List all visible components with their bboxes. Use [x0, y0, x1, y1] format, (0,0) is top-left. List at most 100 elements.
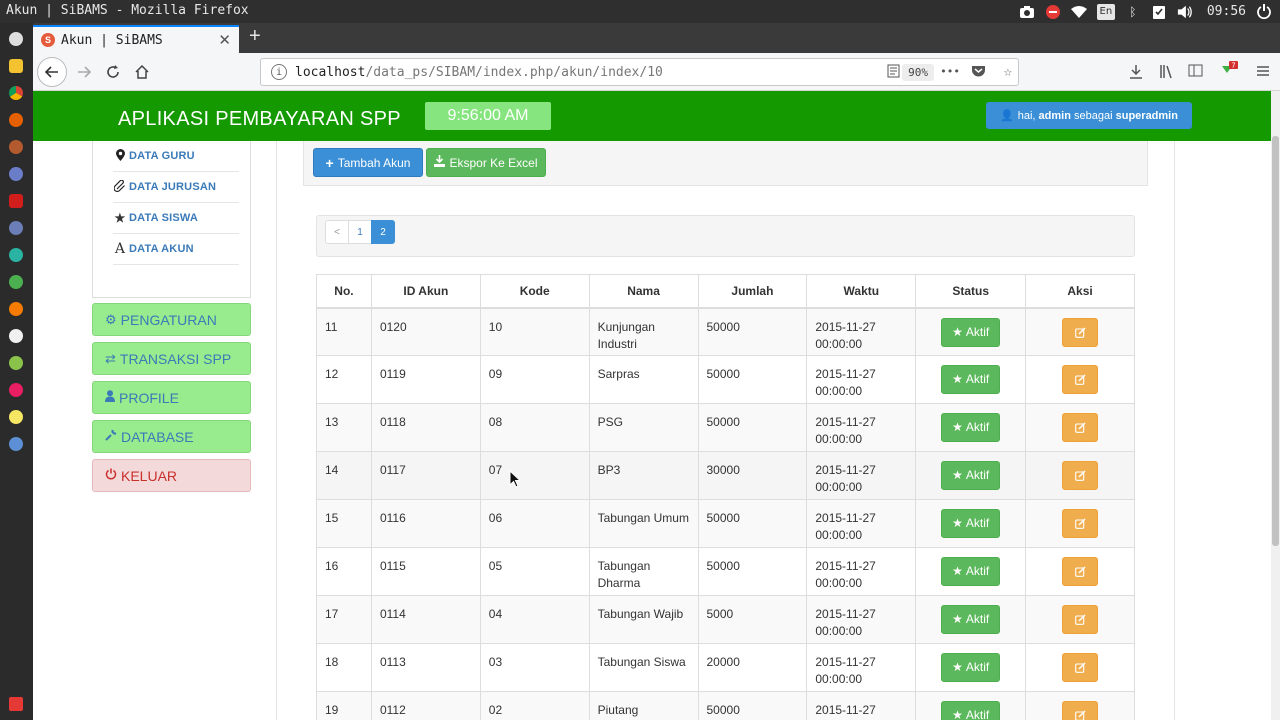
edit-button[interactable]	[1062, 509, 1099, 538]
zoom-level-badge[interactable]: 90%	[902, 64, 934, 81]
aktif-button[interactable]: ★ Aktif	[941, 557, 1001, 586]
url-bar[interactable]: i localhost /data_ps/SIBAM/index.php/aku…	[260, 58, 1019, 86]
sidebar-item-data-guru[interactable]: DATA GURU	[113, 141, 239, 172]
aktif-button[interactable]: ★ Aktif	[941, 461, 1001, 490]
clock-time[interactable]: 09:56	[1207, 4, 1246, 19]
presentation-icon[interactable]	[9, 302, 23, 316]
col-waktu[interactable]: Waktu	[806, 274, 917, 309]
bookmark-star-icon[interactable]: ☆	[1004, 64, 1012, 80]
bluetooth-icon[interactable]: ᛒ	[1125, 4, 1141, 20]
amazon-icon[interactable]	[9, 329, 23, 343]
notes-icon[interactable]	[9, 410, 23, 424]
sidebar-item-data-siswa[interactable]: ★ DATA SISWA	[113, 203, 239, 234]
aktif-button[interactable]: ★ Aktif	[941, 605, 1001, 634]
close-icon[interactable]: ✕	[218, 31, 231, 49]
trash-icon[interactable]	[9, 697, 23, 711]
filezilla-icon[interactable]	[9, 194, 23, 208]
hamburger-menu-icon[interactable]	[1256, 64, 1270, 81]
edit-button[interactable]	[1062, 317, 1099, 347]
page-actions-ellipsis-icon[interactable]: •••	[940, 65, 960, 78]
sidebar-item-data-jurusan[interactable]: DATA JURUSAN	[113, 172, 239, 203]
aktif-button[interactable]: ★ Aktif	[941, 413, 1001, 442]
tab-akun[interactable]: S Akun | SiBAMS ✕	[33, 25, 239, 53]
keluar-button[interactable]: KELUAR	[92, 459, 251, 492]
edit-button[interactable]	[1062, 701, 1099, 720]
image-viewer-icon[interactable]	[9, 356, 23, 370]
edit-icon	[1074, 566, 1086, 577]
reader-view-icon[interactable]	[887, 64, 900, 82]
keyboard-language-icon[interactable]: En	[1096, 3, 1115, 20]
col-nama[interactable]: Nama	[588, 274, 699, 309]
keluar-label: KELUAR	[121, 467, 178, 484]
user-menu-button[interactable]: 👤 hai, admin sebagai superadmin	[986, 102, 1192, 129]
info-icon[interactable]: i	[271, 64, 287, 80]
php-icon[interactable]	[9, 221, 23, 235]
app-title[interactable]: APLIKASI PEMBAYARAN SPP	[118, 108, 401, 131]
aktif-button[interactable]: ★ Aktif	[941, 365, 1001, 394]
cell-jumlah: 5000	[697, 595, 808, 644]
document-icon[interactable]	[9, 248, 23, 262]
addon-download-icon[interactable]: 7	[1219, 60, 1239, 84]
cell-aksi	[1025, 595, 1135, 644]
system-tray: En ᛒ 09:56	[1019, 2, 1272, 21]
pagination-prev[interactable]: <	[325, 220, 349, 244]
record-icon[interactable]	[1045, 4, 1061, 20]
sibams-app-icon[interactable]	[9, 140, 23, 154]
pocket-icon[interactable]	[971, 64, 986, 82]
aktif-button[interactable]: ★ Aktif	[941, 653, 1001, 682]
dolphin-icon[interactable]	[9, 167, 23, 181]
spreadsheet-icon[interactable]	[9, 275, 23, 289]
col-status[interactable]: Status	[915, 274, 1027, 309]
cell-id-akun: 0116	[370, 499, 481, 548]
new-tab-plus-icon[interactable]: +	[249, 25, 261, 48]
forward-arrow-icon[interactable]	[71, 59, 97, 85]
transaksi-spp-button[interactable]: ⇄ TRANSAKSI SPP	[92, 342, 251, 375]
files-icon[interactable]	[9, 59, 23, 73]
scrollbar-thumb[interactable]	[1272, 136, 1279, 546]
col-id-akun[interactable]: ID Akun	[370, 274, 481, 309]
home-icon[interactable]	[129, 59, 155, 85]
firefox-icon[interactable]	[9, 113, 23, 127]
database-button[interactable]: DATABASE	[92, 420, 251, 453]
wifi-icon[interactable]	[1070, 4, 1087, 20]
col-kode[interactable]: Kode	[479, 274, 590, 309]
edit-button[interactable]	[1062, 653, 1099, 682]
library-icon[interactable]	[1159, 64, 1175, 83]
launcher-icon[interactable]	[9, 32, 23, 46]
download-arrow-icon[interactable]	[1129, 64, 1143, 83]
pagination-page-1[interactable]: 1	[348, 220, 372, 244]
cell-jumlah: 50000	[697, 499, 808, 548]
col-no[interactable]: No.	[316, 274, 372, 309]
col-aksi[interactable]: Aksi	[1025, 274, 1135, 309]
page-scrollbar[interactable]	[1271, 91, 1280, 720]
reload-icon[interactable]	[100, 59, 126, 85]
tambah-akun-button[interactable]: + Tambah Akun	[313, 148, 423, 177]
camera-icon[interactable]	[1019, 4, 1035, 20]
pagination-page-2-active[interactable]: 2	[371, 220, 395, 244]
pengaturan-button[interactable]: ⚙ PENGATURAN	[92, 303, 251, 336]
sidebar-item-data-akun[interactable]: A DATA AKUN	[113, 234, 239, 265]
power-menu-icon[interactable]	[1256, 3, 1272, 20]
ekspor-excel-button[interactable]: Ekspor Ke Excel	[426, 148, 546, 177]
edit-button[interactable]	[1062, 365, 1099, 394]
edit-button[interactable]	[1062, 557, 1099, 586]
col-jumlah[interactable]: Jumlah	[697, 274, 808, 309]
cell-text: 08	[488, 415, 503, 429]
aktif-button[interactable]: ★ Aktif	[941, 317, 1001, 347]
sidebar-toggle-icon[interactable]	[1188, 64, 1203, 81]
chrome-icon[interactable]	[9, 86, 23, 100]
cell-id-akun: 0117	[370, 451, 481, 500]
aktif-button[interactable]: ★ Aktif	[941, 701, 1001, 720]
back-arrow-icon[interactable]	[37, 57, 67, 87]
volume-icon[interactable]	[1177, 4, 1193, 20]
media-player-icon[interactable]	[9, 383, 23, 397]
clipboard-icon[interactable]	[1151, 4, 1167, 20]
screenshot-icon[interactable]	[9, 437, 23, 451]
aktif-label: Aktif	[965, 420, 990, 434]
aktif-button[interactable]: ★ Aktif	[941, 509, 1001, 538]
sidebar-menu: DATA GURU DATA JURUSAN ★ DATA SISWA A DA…	[92, 141, 251, 298]
edit-button[interactable]	[1062, 605, 1099, 634]
edit-button[interactable]	[1062, 461, 1099, 490]
edit-button[interactable]	[1062, 413, 1099, 442]
profile-button[interactable]: PROFILE	[92, 381, 251, 414]
